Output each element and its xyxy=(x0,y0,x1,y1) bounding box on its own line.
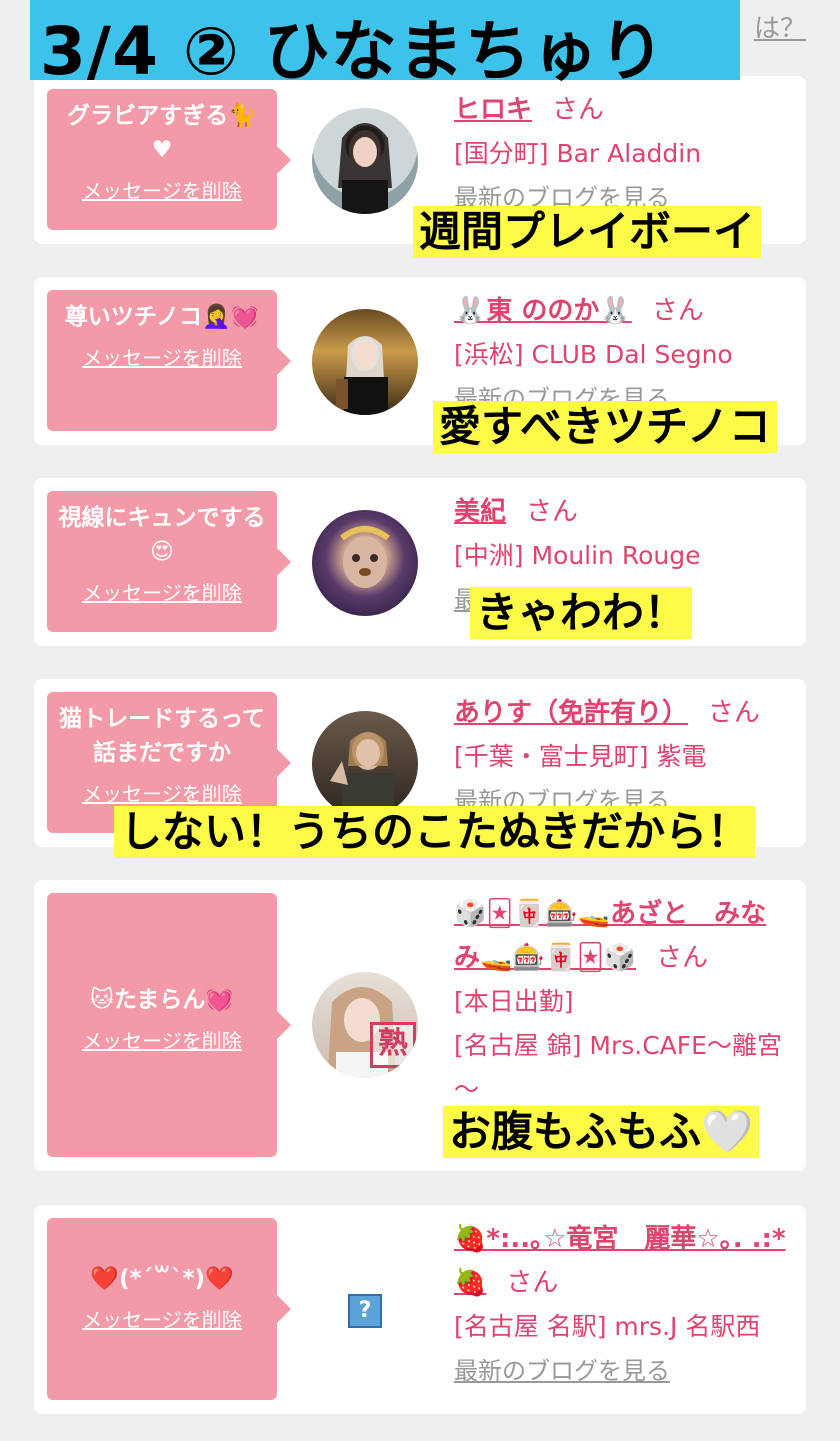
shop-label: [名古屋 名駅] mrs.J 名駅西 xyxy=(454,1312,761,1341)
header-partial-link[interactable]: は？ xyxy=(754,8,806,45)
cast-name-link[interactable]: ヒロキ xyxy=(454,95,532,125)
avatar[interactable]: 熟 xyxy=(312,972,418,1078)
avatar[interactable] xyxy=(312,510,418,616)
message-bubble: グラビアすぎる🐈♥ メッセージを削除 xyxy=(47,89,291,230)
latest-blog-link[interactable]: 最新のブログを見る xyxy=(454,1349,788,1393)
delete-message-link[interactable]: メッセージを削除 xyxy=(47,1304,277,1333)
avatar-photo xyxy=(340,526,390,588)
message-text: ❤️(*´꒳`*)❤️ xyxy=(90,1266,234,1292)
avatar[interactable] xyxy=(312,711,418,817)
avatar[interactable] xyxy=(312,309,418,415)
message-text: 尊いツチノコ🤦‍♀️💓 xyxy=(64,304,260,330)
status-label: [本日出勤] xyxy=(454,987,574,1016)
delete-message-link[interactable]: メッセージを削除 xyxy=(47,1025,277,1054)
title-banner: 3/4 ② ひなまちゅり xyxy=(30,0,740,90)
caption-overlay: 愛すべきツチノコ xyxy=(433,401,777,453)
cast-name-link[interactable]: 🍓*:..｡☆竜宮 麗華☆｡. .:*🍓 xyxy=(454,1224,786,1298)
broken-image-icon: ? xyxy=(348,1294,382,1328)
delete-message-link[interactable]: メッセージを削除 xyxy=(47,175,277,204)
message-card-6: ❤️(*´꒳`*)❤️ メッセージを削除 ? 🍓*:..｡☆竜宮 麗華☆｡. .… xyxy=(34,1205,806,1414)
avatar-photo xyxy=(330,732,394,817)
caption-overlay: きゃわわ！ xyxy=(470,587,693,639)
caption-overlay: お腹もふもふ🤍 xyxy=(443,1106,760,1158)
delete-message-link[interactable]: メッセージを削除 xyxy=(47,577,277,606)
caption-overlay: 週間プレイボーイ xyxy=(413,206,762,258)
shop-label: [千葉・富士見町] 紫電 xyxy=(454,742,707,771)
avatar-photo xyxy=(338,123,392,214)
message-text: 猫トレードするって話まだですか xyxy=(59,706,265,766)
cast-info: ヒロキ さん [国分町] Bar Aladdin 最新のブログを見る xyxy=(454,88,788,220)
honorific: さん xyxy=(656,943,709,973)
delete-message-link[interactable]: メッセージを削除 xyxy=(47,778,277,807)
honorific: さん xyxy=(506,1268,559,1298)
message-text: 視線にキュンでする😍 xyxy=(58,505,266,565)
honorific: さん xyxy=(708,698,761,728)
delete-message-link[interactable]: メッセージを削除 xyxy=(47,342,277,371)
avatar[interactable]: ? xyxy=(312,1257,418,1363)
message-bubble: 視線にキュンでする😍 メッセージを削除 xyxy=(47,491,291,632)
avatar[interactable] xyxy=(312,108,418,214)
shop-label: [国分町] Bar Aladdin xyxy=(454,139,702,168)
cast-name-link[interactable]: 美紀 xyxy=(454,497,506,527)
cast-info: 🎲🃏🀄🎰🚤あざと みなみ🚤🎰🀄🃏🎲 さん [本日出勤] [名古屋 錦] Mrs.C… xyxy=(454,892,788,1112)
message-text: グラビアすぎる🐈♥ xyxy=(67,103,257,163)
message-bubble: ❤️(*´꒳`*)❤️ メッセージを削除 xyxy=(47,1218,291,1400)
caption-overlay: しない！うちのこたぬきだから！ xyxy=(114,806,756,858)
cast-name-link[interactable]: ありす（免許有り） xyxy=(454,698,688,728)
cast-info: 🍓*:..｡☆竜宮 麗華☆｡. .:*🍓 さん [名古屋 名駅] mrs.J 名駅… xyxy=(454,1217,788,1393)
shop-label: [中洲] Moulin Rouge xyxy=(454,541,701,570)
message-bubble: 尊いツチノコ🤦‍♀️💓 メッセージを削除 xyxy=(47,290,291,431)
honorific: さん xyxy=(552,95,605,125)
cast-name-link[interactable]: 🐰東 ののか🐰 xyxy=(454,296,632,326)
page-title: 3/4 ② ひなまちゅり xyxy=(40,13,666,90)
shop-label: [名古屋 錦] Mrs.CAFE～離宮～ xyxy=(454,1031,782,1104)
avatar-badge: 熟 xyxy=(370,1022,416,1068)
shop-label: [浜松] CLUB Dal Segno xyxy=(454,340,733,369)
cast-info: ありす（免許有り） さん [千葉・富士見町] 紫電 最新のブログを見る xyxy=(454,691,788,823)
honorific: さん xyxy=(651,296,704,326)
message-text: 🐱たまらん💓 xyxy=(90,987,234,1013)
avatar-photo xyxy=(336,336,388,415)
honorific: さん xyxy=(526,497,579,527)
message-bubble: 🐱たまらん💓 メッセージを削除 xyxy=(47,893,291,1157)
cast-name-link[interactable]: 🎲🃏🀄🎰🚤あざと みなみ🚤🎰🀄🃏🎲 xyxy=(454,899,766,973)
